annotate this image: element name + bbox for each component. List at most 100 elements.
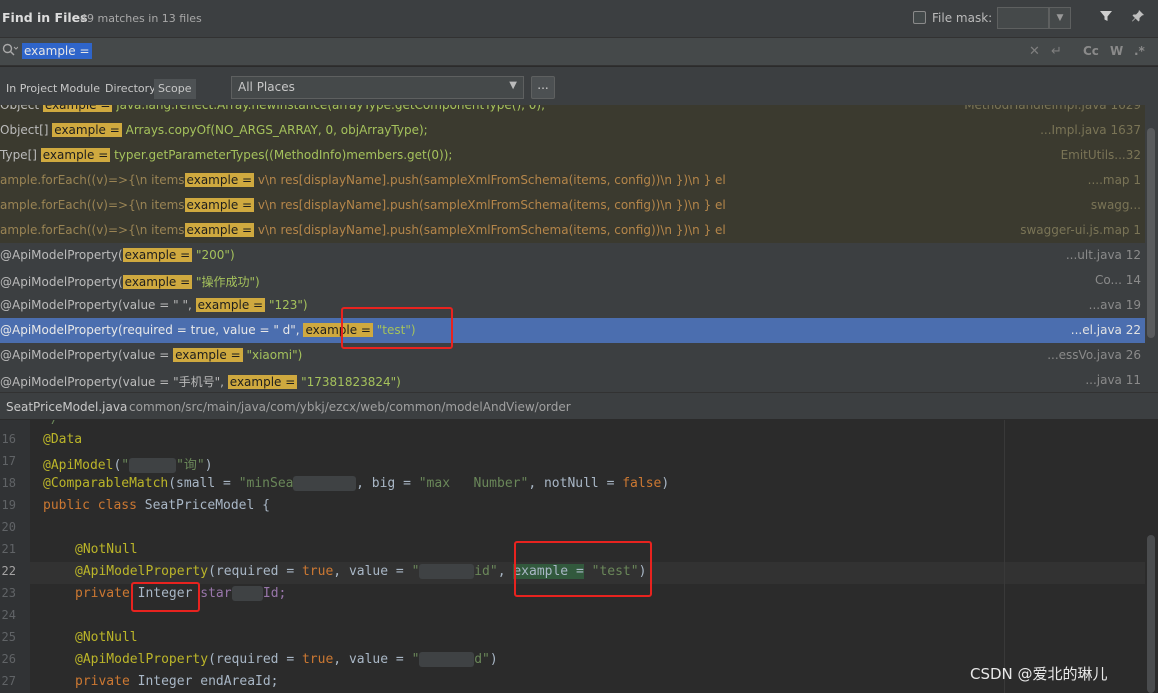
match-count: 49 matches in 13 files [80,12,202,25]
search-match-highlight: example = [40,148,111,162]
scope-select[interactable]: All Places ▼ [231,76,524,99]
result-file-location: ...el.java 22 [1070,323,1141,337]
code-text: ) [489,652,498,667]
search-match-highlight: example = [173,348,243,362]
code-text: (required = [208,652,302,667]
annotation: @Data [43,432,83,447]
string-literal: d" [474,652,490,667]
search-input[interactable]: example = [22,43,92,59]
file-mask-label[interactable]: File mask: [932,11,992,25]
result-row[interactable]: @ApiModelProperty(value = example = "xia… [0,343,1145,368]
pin-icon[interactable] [1129,9,1147,27]
line-number: 22 [1,564,16,578]
tab-scope[interactable]: Scope [154,79,196,99]
result-row[interactable]: @ApiModelProperty(example = "操作成功") Co...… [0,268,1145,293]
result-row[interactable]: @ApiModelProperty(value = "手机号", example… [0,368,1145,392]
line-number: 18 [1,476,16,490]
scope-bar: In Project Module Directory Scope All Pl… [0,67,1158,105]
file-mask-dropdown[interactable]: ▼ [1049,7,1071,29]
result-file-location: ...Impl.java 1637 [1040,123,1141,137]
filter-icon[interactable] [1097,9,1115,27]
code-text: , notNull = [528,476,623,491]
tab-module[interactable]: Module [60,82,100,95]
line-number: 17 [1,454,16,468]
search-match-highlight: example = [184,223,255,237]
newline-icon[interactable]: ↵ [1051,44,1062,59]
result-code-prefix: ample.forEach((v)=>{\n items [0,223,185,237]
search-match-highlight: example = [184,198,255,212]
result-code: @ApiModelProperty(example = "200") [0,248,235,262]
code-text: , value = [333,652,412,667]
regex-icon[interactable]: .* [1134,44,1145,58]
result-file-location: ...essVo.java 26 [1047,348,1141,362]
code-text: (small = [168,476,239,491]
string-literal: "询" [176,458,205,473]
preview-file-name[interactable]: SeatPriceModel.java [6,400,127,414]
result-code: @ApiModelProperty(value = example = "xia… [0,348,302,362]
result-row[interactable]: ample.forEach((v)=>{\n items example = v\… [0,193,1145,218]
preview-path-bar: SeatPriceModel.java common/src/main/java… [0,392,1158,420]
result-code-prefix: @ApiModelProperty(value = [0,348,174,362]
browse-scope-button[interactable]: ... [531,76,555,99]
result-file-location: Co... 14 [1094,273,1141,287]
code-line-25: @NotNull [75,630,138,645]
preview-file-path: common/src/main/java/com/ybkj/ezcx/web/c… [129,400,571,414]
result-code-suffix: "123") [265,298,308,312]
code-line-21: @NotNull [75,542,138,557]
tab-in-project[interactable]: In Project [6,82,57,95]
result-code: @ApiModelProperty(example = "操作成功") [0,273,260,290]
code-text: Integer endAreaId; [129,674,279,689]
result-row[interactable]: @ApiModelProperty(value = " ", example =… [0,293,1145,318]
result-code-suffix: v\n res[displayName].push(sampleXmlFromS… [254,198,726,212]
result-code-prefix: @ApiModelProperty( [0,275,123,289]
code-text: (required = [208,564,302,579]
result-row[interactable]: Object example = java.lang.reflect.Array… [0,105,1145,118]
keyword: private [75,586,130,601]
code-line-16: @Data [43,432,82,447]
chevron-down-icon: ▼ [509,80,517,91]
annotation: @ApiModelProperty [75,652,209,667]
line-number: 25 [1,630,16,644]
results-scroll-thumb[interactable] [1147,128,1155,338]
result-code-suffix: typer.getParameterTypes((MethodInfo)memb… [110,148,453,162]
result-code-prefix: Object[] [0,123,53,137]
result-file-location: ...ava 19 [1088,298,1141,312]
words-icon[interactable]: W [1110,44,1123,58]
keyword: public class [43,498,137,513]
result-row[interactable]: Type[] example = typer.getParameterTypes… [0,143,1145,168]
result-code-prefix: @ApiModelProperty(required = true, value… [0,323,304,337]
code-line-15: */ [43,420,59,427]
field-name: star [200,586,232,601]
result-row[interactable]: @ApiModelProperty(required = true, value… [0,318,1145,343]
search-match-highlight: example = [195,298,266,312]
result-row[interactable]: Object[] example = Arrays.copyOf(NO_ARGS… [0,118,1145,143]
result-file-location: swagg... [1090,198,1141,212]
result-file-location: ...java 11 [1085,373,1141,387]
result-code: @ApiModelProperty(value = "手机号", example… [0,373,401,390]
result-code-suffix: "17381823824") [297,375,401,389]
result-code-suffix: v\n res[displayName].push(sampleXmlFromS… [254,173,726,187]
search-icon[interactable] [2,43,19,61]
line-number: 20 [1,520,16,534]
result-code-suffix: "操作成功") [192,275,260,289]
code-text: , big = [356,476,419,491]
editor-scroll-thumb[interactable] [1147,535,1155,693]
result-row[interactable]: ample.forEach((v)=>{\n items example = v\… [0,218,1145,243]
result-row[interactable]: @ApiModelProperty(example = "200") ...ult… [0,243,1145,268]
file-mask-input[interactable] [997,7,1049,29]
annotation-box-example [514,541,652,597]
match-case-icon[interactable]: Cc [1083,44,1099,58]
string-literal: " [411,652,420,667]
keyword: false [622,476,662,491]
keyword: true [301,652,334,667]
search-match-highlight: example = [122,275,193,289]
result-row[interactable]: ample.forEach((v)=>{\n items example = v\… [0,168,1145,193]
file-mask-checkbox[interactable] [913,11,926,24]
code-line-17: @ApiModel("xxxxxx"询") [43,458,213,473]
field-name: Id; [262,586,287,601]
clear-icon[interactable]: ✕ [1029,44,1040,59]
results-list: Object example = java.lang.reflect.Array… [0,105,1158,392]
code-text: ) [661,476,670,491]
keyword: true [301,564,334,579]
tab-directory[interactable]: Directory [105,82,156,95]
